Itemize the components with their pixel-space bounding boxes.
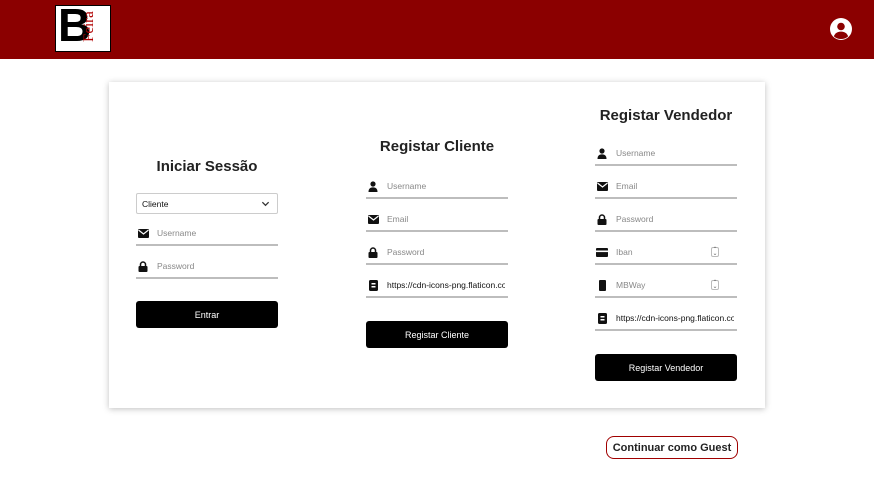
user-circle-icon[interactable] [829, 17, 853, 41]
lock-icon [136, 259, 150, 273]
auth-card: Iniciar Sessão Cliente Entrar Registar C… [109, 82, 765, 408]
seller-iban-field[interactable]: ⌃⌄ [595, 241, 737, 265]
seller-iban-input[interactable] [616, 247, 716, 257]
user-icon [366, 179, 380, 193]
logo-word: Feira [81, 11, 97, 42]
iban-stepper[interactable]: ⌃ ⌄ [711, 247, 719, 257]
client-image-url-field[interactable]: https://cdn-icons-png.flaticon.com [366, 274, 508, 298]
seller-email-input[interactable] [616, 181, 716, 191]
client-username-input[interactable] [387, 181, 487, 191]
credit-card-icon [595, 245, 609, 259]
account-type-value: Cliente [142, 198, 169, 209]
login-password-field[interactable] [136, 255, 278, 279]
seller-image-url-value: https://cdn-icons-png.flaticon.com [616, 313, 734, 323]
seller-mbway-input[interactable] [616, 280, 716, 290]
envelope-icon [366, 212, 380, 226]
mobile-phone-icon [595, 278, 609, 292]
logo[interactable]: B Feira [55, 5, 111, 52]
login-password-input[interactable] [157, 261, 257, 271]
continue-as-guest-button[interactable]: Continuar como Guest [606, 436, 738, 459]
account-type-select[interactable]: Cliente [136, 193, 278, 214]
login-username-field[interactable] [136, 222, 278, 246]
register-seller-button[interactable]: Registar Vendedor [595, 354, 737, 381]
mbway-stepper[interactable]: ⌃ ⌄ [711, 280, 719, 290]
login-title: Iniciar Sessão [156, 158, 258, 175]
top-bar: B Feira [0, 0, 874, 59]
id-badge-icon [366, 278, 380, 292]
seller-image-url-field[interactable]: https://cdn-icons-png.flaticon.com [595, 307, 737, 331]
client-password-input[interactable] [387, 247, 487, 257]
id-badge-icon [595, 311, 609, 325]
seller-password-input[interactable] [616, 214, 716, 224]
lock-icon [595, 212, 609, 226]
envelope-icon [136, 226, 150, 240]
seller-mbway-field[interactable]: ⌃⌄ [595, 274, 737, 298]
client-username-field[interactable] [366, 175, 508, 199]
register-seller-title: Registar Vendedor [599, 107, 733, 124]
client-email-input[interactable] [387, 214, 487, 224]
chevron-down-icon [261, 201, 270, 207]
register-client-title: Registar Cliente [379, 138, 495, 155]
seller-email-field[interactable] [595, 175, 737, 199]
client-email-field[interactable] [366, 208, 508, 232]
seller-password-field[interactable] [595, 208, 737, 232]
user-icon [595, 146, 609, 160]
seller-username-input[interactable] [616, 148, 716, 158]
envelope-icon [595, 179, 609, 193]
client-image-url-value: https://cdn-icons-png.flaticon.com [387, 280, 505, 290]
lock-icon [366, 245, 380, 259]
client-password-field[interactable] [366, 241, 508, 265]
login-button[interactable]: Entrar [136, 301, 278, 328]
register-client-button[interactable]: Registar Cliente [366, 321, 508, 348]
login-username-input[interactable] [157, 228, 257, 238]
seller-username-field[interactable] [595, 142, 737, 166]
